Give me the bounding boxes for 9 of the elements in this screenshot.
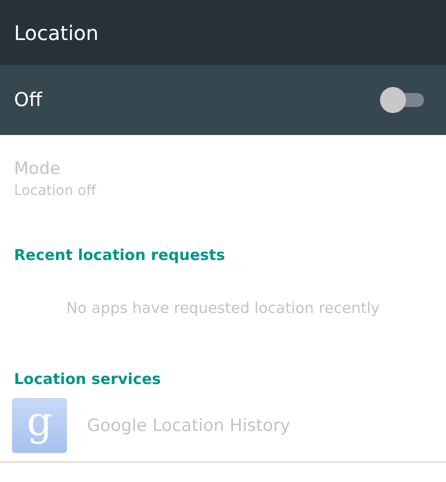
empty-message: No apps have requested location recently xyxy=(65,299,381,317)
toggle-switch[interactable] xyxy=(380,87,424,113)
setting-summary: Location off xyxy=(14,183,96,199)
section-heading: Location services xyxy=(13,370,162,388)
screen-title: Location xyxy=(14,20,99,44)
setting-title: Mode xyxy=(14,159,60,179)
switch-label: Off xyxy=(14,89,42,111)
section-heading: Recent location requests xyxy=(13,246,226,264)
app-icon: g xyxy=(12,398,67,453)
